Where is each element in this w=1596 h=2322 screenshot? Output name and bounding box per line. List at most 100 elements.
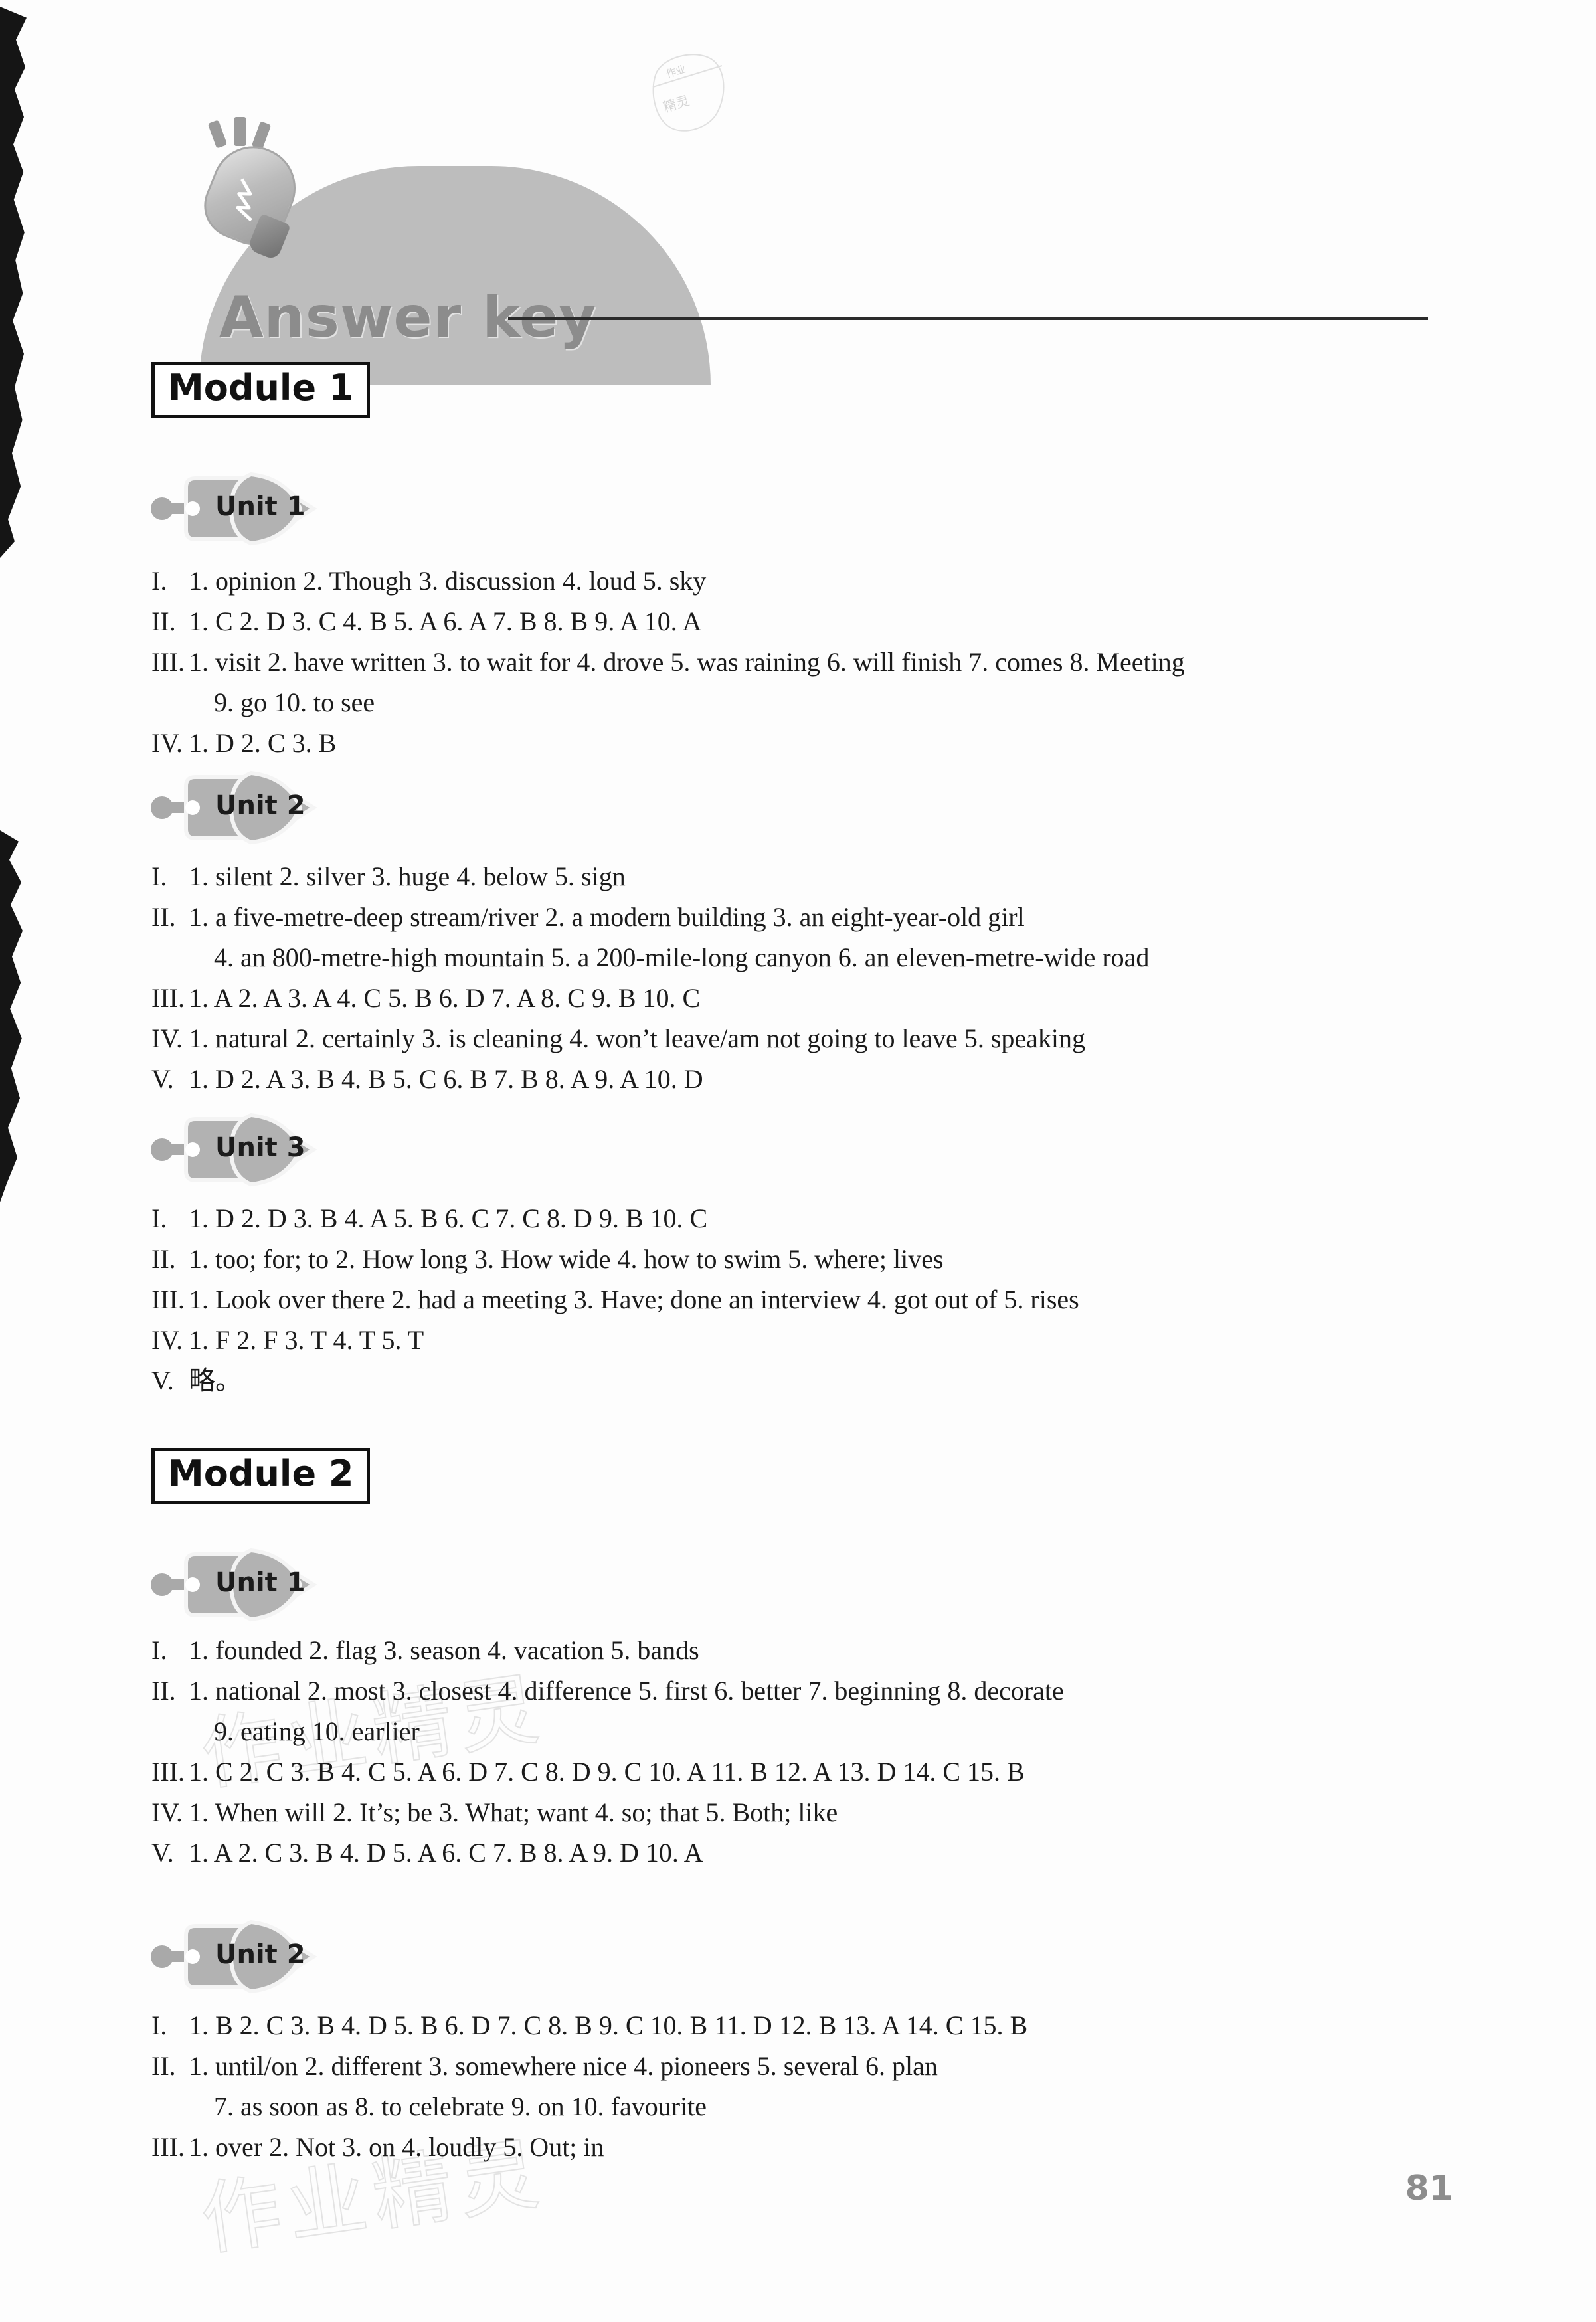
answer-line: V. 1. A 2. C 3. B 4. D 5. A 6. C 7. B 8.… [151, 1840, 1480, 1866]
answers-m2-u1: I. 1. founded 2. flag 3. season 4. vacat… [151, 1637, 1480, 1880]
unit-badge-label: Unit 2 [215, 790, 306, 821]
answer-line-continuation: 7. as soon as 8. to celebrate 9. on 10. … [151, 2094, 1480, 2120]
answer-text: 7. as soon as 8. to celebrate 9. on 10. … [214, 2092, 707, 2121]
answer-numeral: IV. [151, 728, 183, 758]
unit-badge-label: Unit 1 [215, 491, 306, 522]
answer-numeral: V. [151, 1366, 174, 1395]
answer-line: I. 1. D 2. D 3. B 4. A 5. B 6. C 7. C 8.… [151, 1206, 1480, 1232]
answer-text: 1. opinion 2. Though 3. discussion 4. lo… [189, 566, 707, 596]
answer-line-continuation: 4. an 800-metre-high mountain 5. a 200-m… [151, 944, 1480, 971]
answer-line: I. 1. silent 2. silver 3. huge 4. below … [151, 863, 1480, 890]
answer-numeral: I. [151, 2010, 167, 2040]
answer-numeral: V. [151, 1064, 174, 1094]
answer-text: 1. until/on 2. different 3. somewhere ni… [189, 2051, 938, 2081]
answer-text: 1. A 2. C 3. B 4. D 5. A 6. C 7. B 8. A … [189, 1838, 703, 1868]
answer-text: 1. F 2. F 3. T 4. T 5. T [189, 1325, 424, 1355]
unit-badge-label: Unit 1 [215, 1567, 306, 1598]
answer-text: 1. natural 2. certainly 3. is cleaning 4… [189, 1024, 1085, 1053]
answer-text: 9. go 10. to see [214, 687, 375, 717]
answer-numeral: II. [151, 2051, 176, 2081]
unit-badge-m1-u2: Unit 2 [151, 764, 331, 850]
answer-text: 1. national 2. most 3. closest 4. differ… [189, 1676, 1064, 1706]
answer-text: 1. over 2. Not 3. on 4. loudly 5. Out; i… [189, 2132, 604, 2162]
unit-badge-m2-u1: Unit 1 [151, 1541, 331, 1627]
bulb-ray [207, 120, 228, 149]
answer-text: 1. A 2. A 3. A 4. C 5. B 6. D 7. A 8. C … [189, 983, 701, 1013]
answer-line: I. 1. opinion 2. Though 3. discussion 4.… [151, 568, 1480, 594]
answer-line: II. 1. a five-metre-deep stream/river 2.… [151, 904, 1480, 931]
answer-text: 1. When will 2. It’s; be 3. What; want 4… [189, 1797, 838, 1827]
unit-badge-m2-u2: Unit 2 [151, 1913, 331, 1999]
answer-text: 1. C 2. C 3. B 4. C 5. A 6. D 7. C 8. D … [189, 1757, 1025, 1787]
answer-text: 1. a five-metre-deep stream/river 2. a m… [189, 902, 1025, 932]
answer-line: IV. 1. D 2. C 3. B [151, 730, 1480, 757]
scan-edge-artifact-top [0, 7, 27, 558]
answer-line: IV. 1. natural 2. certainly 3. is cleani… [151, 1026, 1480, 1052]
answer-line: I. 1. B 2. C 3. B 4. D 5. B 6. D 7. C 8.… [151, 2012, 1480, 2039]
unit-badge-m1-u1: Unit 1 [151, 465, 331, 551]
publisher-logo-watermark: 作业 精灵 [648, 43, 734, 136]
answer-line: V. 略。 [151, 1368, 1480, 1394]
answer-numeral: III. [151, 1757, 185, 1787]
answer-text: 1. founded 2. flag 3. season 4. vacation… [189, 1635, 699, 1665]
answer-text: 1. Look over there 2. had a meeting 3. H… [189, 1285, 1079, 1314]
answers-m1-u1: I. 1. opinion 2. Though 3. discussion 4.… [151, 568, 1480, 770]
answer-line: V. 1. D 2. A 3. B 4. B 5. C 6. B 7. B 8.… [151, 1066, 1480, 1093]
light-bulb-icon [194, 117, 315, 271]
unit-badge-m1-u3: Unit 3 [151, 1106, 331, 1192]
answer-line: III. 1. A 2. A 3. A 4. C 5. B 6. D 7. A … [151, 985, 1480, 1012]
unit-badge-label: Unit 3 [215, 1132, 306, 1163]
answer-line: I. 1. founded 2. flag 3. season 4. vacat… [151, 1637, 1480, 1664]
answer-numeral: II. [151, 606, 176, 636]
answer-text: 1. D 2. D 3. B 4. A 5. B 6. C 7. C 8. D … [189, 1204, 708, 1233]
answer-numeral: III. [151, 1285, 185, 1314]
answer-numeral: I. [151, 1204, 167, 1233]
answer-line: IV. 1. F 2. F 3. T 4. T 5. T [151, 1327, 1480, 1354]
module-heading-1: Module 1 [151, 362, 371, 418]
page-number: 81 [1405, 2169, 1453, 2208]
page-header: Answer key [133, 80, 1455, 385]
answers-m1-u3: I. 1. D 2. D 3. B 4. A 5. B 6. C 7. C 8.… [151, 1206, 1480, 1408]
answer-text: 1. D 2. C 3. B [189, 728, 337, 758]
answer-text: 1. too; for; to 2. How long 3. How wide … [189, 1244, 944, 1274]
answer-line-continuation: 9. go 10. to see [151, 689, 1480, 716]
answer-line: II. 1. national 2. most 3. closest 4. di… [151, 1678, 1480, 1704]
answer-numeral: II. [151, 902, 176, 932]
answer-line: II. 1. C 2. D 3. C 4. B 5. A 6. A 7. B 8… [151, 608, 1480, 635]
answer-numeral: III. [151, 2132, 185, 2162]
answer-key-page: 作业 精灵 作业精灵 作业精灵 Answer key Module 1 Unit… [0, 0, 1596, 2322]
answer-text: 略。 [189, 1366, 242, 1395]
bulb-ray [234, 117, 246, 146]
answer-text: 1. visit 2. have written 3. to wait for … [189, 647, 1185, 677]
answers-m1-u2: I. 1. silent 2. silver 3. huge 4. below … [151, 863, 1480, 1107]
answer-line: III. 1. Look over there 2. had a meeting… [151, 1287, 1480, 1313]
svg-text:精灵: 精灵 [661, 92, 691, 116]
answer-text: 1. silent 2. silver 3. huge 4. below 5. … [189, 861, 626, 891]
answer-numeral: IV. [151, 1797, 183, 1827]
header-divider-rule [508, 317, 1428, 320]
answer-numeral: II. [151, 1676, 176, 1706]
unit-badge-label: Unit 2 [215, 1939, 306, 1970]
answer-line: III. 1. visit 2. have written 3. to wait… [151, 649, 1480, 675]
answer-numeral: V. [151, 1838, 174, 1868]
answer-numeral: I. [151, 861, 167, 891]
answer-line-continuation: 9. eating 10. earlier [151, 1718, 1480, 1745]
answer-text: 1. D 2. A 3. B 4. B 5. C 6. B 7. B 8. A … [189, 1064, 703, 1094]
answer-text: 4. an 800-metre-high mountain 5. a 200-m… [214, 942, 1150, 972]
answers-m2-u2: I. 1. B 2. C 3. B 4. D 5. B 6. D 7. C 8.… [151, 2012, 1480, 2175]
answer-text: 9. eating 10. earlier [214, 1716, 420, 1746]
module-heading-2: Module 2 [151, 1448, 371, 1504]
scan-edge-artifact-bottom [0, 830, 23, 1202]
answer-text: 1. C 2. D 3. C 4. B 5. A 6. A 7. B 8. B … [189, 606, 702, 636]
answer-line: II. 1. until/on 2. different 3. somewher… [151, 2053, 1480, 2080]
answer-numeral: IV. [151, 1024, 183, 1053]
answer-line: II. 1. too; for; to 2. How long 3. How w… [151, 1246, 1480, 1273]
answer-numeral: I. [151, 1635, 167, 1665]
answer-line: IV. 1. When will 2. It’s; be 3. What; wa… [151, 1799, 1480, 1826]
answer-numeral: II. [151, 1244, 176, 1274]
answer-numeral: III. [151, 983, 185, 1013]
answer-line: III. 1. over 2. Not 3. on 4. loudly 5. O… [151, 2134, 1480, 2161]
answer-numeral: III. [151, 647, 185, 677]
answer-numeral: I. [151, 566, 167, 596]
answer-text: 1. B 2. C 3. B 4. D 5. B 6. D 7. C 8. B … [189, 2010, 1028, 2040]
